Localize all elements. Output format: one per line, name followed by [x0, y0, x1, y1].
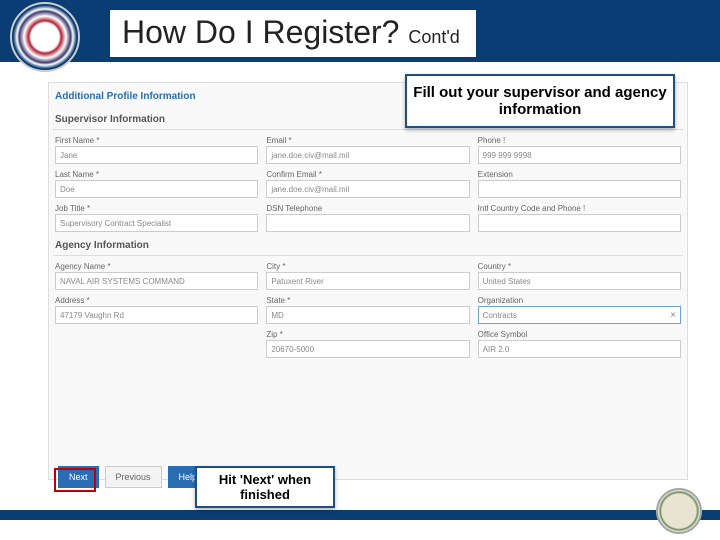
field-label: Country * — [478, 260, 681, 272]
field-label: Email * — [266, 134, 469, 146]
field-label: Confirm Email * — [266, 168, 469, 180]
field-label: DSN Telephone — [266, 202, 469, 214]
form-field: City *Patuxent River — [266, 260, 469, 290]
text-input[interactable]: AIR 2.0 — [478, 340, 681, 358]
text-input[interactable] — [266, 214, 469, 232]
text-input[interactable]: Jane — [55, 146, 258, 164]
form-row: Job Title *Supervisory Contract Speciali… — [53, 200, 683, 234]
form-field: Job Title *Supervisory Contract Speciali… — [55, 202, 258, 232]
form-field: Extension — [478, 168, 681, 198]
form-field: Zip *20670-5000 — [266, 328, 469, 358]
form-field: DSN Telephone — [266, 202, 469, 232]
form-field: Confirm Email *jane.doe.civ@mail.mil — [266, 168, 469, 198]
field-label: Agency Name * — [55, 260, 258, 272]
field-label: Job Title * — [55, 202, 258, 214]
form-field: Last Name *Doe — [55, 168, 258, 198]
field-label: First Name * — [55, 134, 258, 146]
text-input[interactable]: Contracts× — [478, 306, 681, 324]
field-label: Phone ! — [478, 134, 681, 146]
field-label: Organization — [478, 294, 681, 306]
field-label: Last Name * — [55, 168, 258, 180]
text-input[interactable]: Doe — [55, 180, 258, 198]
supervisor-rows: First Name *JaneEmail *jane.doe.civ@mail… — [53, 132, 683, 234]
registration-form: Additional Profile Information Superviso… — [48, 82, 688, 480]
callout-next: Hit 'Next' when finished — [195, 466, 335, 508]
text-input[interactable]: Supervisory Contract Specialist — [55, 214, 258, 232]
form-field: Agency Name *NAVAL AIR SYSTEMS COMMAND — [55, 260, 258, 290]
field-label: Extension — [478, 168, 681, 180]
form-row: Last Name *Doe Confirm Email *jane.doe.ci… — [53, 166, 683, 200]
form-row: First Name *Jane Email *jane.doe.civ@mail… — [53, 132, 683, 166]
agency-seal-icon — [10, 2, 80, 72]
previous-button[interactable]: Previous — [105, 466, 162, 488]
form-field: Email *jane.doe.civ@mail.mil — [266, 134, 469, 164]
field-label: Office Symbol — [478, 328, 681, 340]
clear-icon[interactable]: × — [670, 310, 676, 321]
dod-seal-icon — [656, 488, 702, 534]
field-label: City * — [266, 260, 469, 272]
form-field: Office SymbolAIR 2.0 — [478, 328, 681, 358]
text-input[interactable] — [478, 214, 681, 232]
button-row: Next Previous Help — [58, 466, 208, 488]
text-input[interactable]: 999 999 9998 — [478, 146, 681, 164]
text-input[interactable]: jane.doe.civ@mail.mil — [266, 146, 469, 164]
text-input[interactable]: 20670-5000 — [266, 340, 469, 358]
field-label: State * — [266, 294, 469, 306]
form-row: Agency Name *NAVAL AIR SYSTEMS COMMAND Ci… — [53, 258, 683, 292]
form-field: First Name *Jane — [55, 134, 258, 164]
text-input[interactable]: 47179 Vaughn Rd — [55, 306, 258, 324]
form-row: Address *47179 Vaughn Rd State *MD Organiz… — [53, 292, 683, 326]
text-input[interactable]: jane.doe.civ@mail.mil — [266, 180, 469, 198]
form-field: Country *United States — [478, 260, 681, 290]
form-field — [55, 328, 258, 358]
form-field: Address *47179 Vaughn Rd — [55, 294, 258, 324]
field-label: Intl Country Code and Phone ! — [478, 202, 681, 214]
form-field: Intl Country Code and Phone ! — [478, 202, 681, 232]
form-row: Zip *20670-5000 Office SymbolAIR 2.0 — [53, 326, 683, 360]
callout-supervisor: Fill out your supervisor and agency info… — [405, 74, 675, 128]
form-field: OrganizationContracts× — [478, 294, 681, 324]
title-main: How Do I Register? — [122, 14, 399, 50]
field-label: Zip * — [266, 328, 469, 340]
text-input[interactable]: United States — [478, 272, 681, 290]
text-input[interactable]: MD — [266, 306, 469, 324]
form-field: Phone !999 999 9998 — [478, 134, 681, 164]
next-button[interactable]: Next — [58, 466, 99, 488]
footer-bar — [0, 510, 720, 520]
title-sub: Cont'd — [408, 27, 459, 47]
text-input[interactable]: NAVAL AIR SYSTEMS COMMAND — [55, 272, 258, 290]
agency-rows: Agency Name *NAVAL AIR SYSTEMS COMMAND Ci… — [53, 258, 683, 360]
field-label: Address * — [55, 294, 258, 306]
form-field: State *MD — [266, 294, 469, 324]
text-input[interactable] — [478, 180, 681, 198]
text-input[interactable]: Patuxent River — [266, 272, 469, 290]
agency-section-title: Agency Information — [53, 234, 683, 256]
page-title: How Do I Register? Cont'd — [110, 10, 476, 57]
